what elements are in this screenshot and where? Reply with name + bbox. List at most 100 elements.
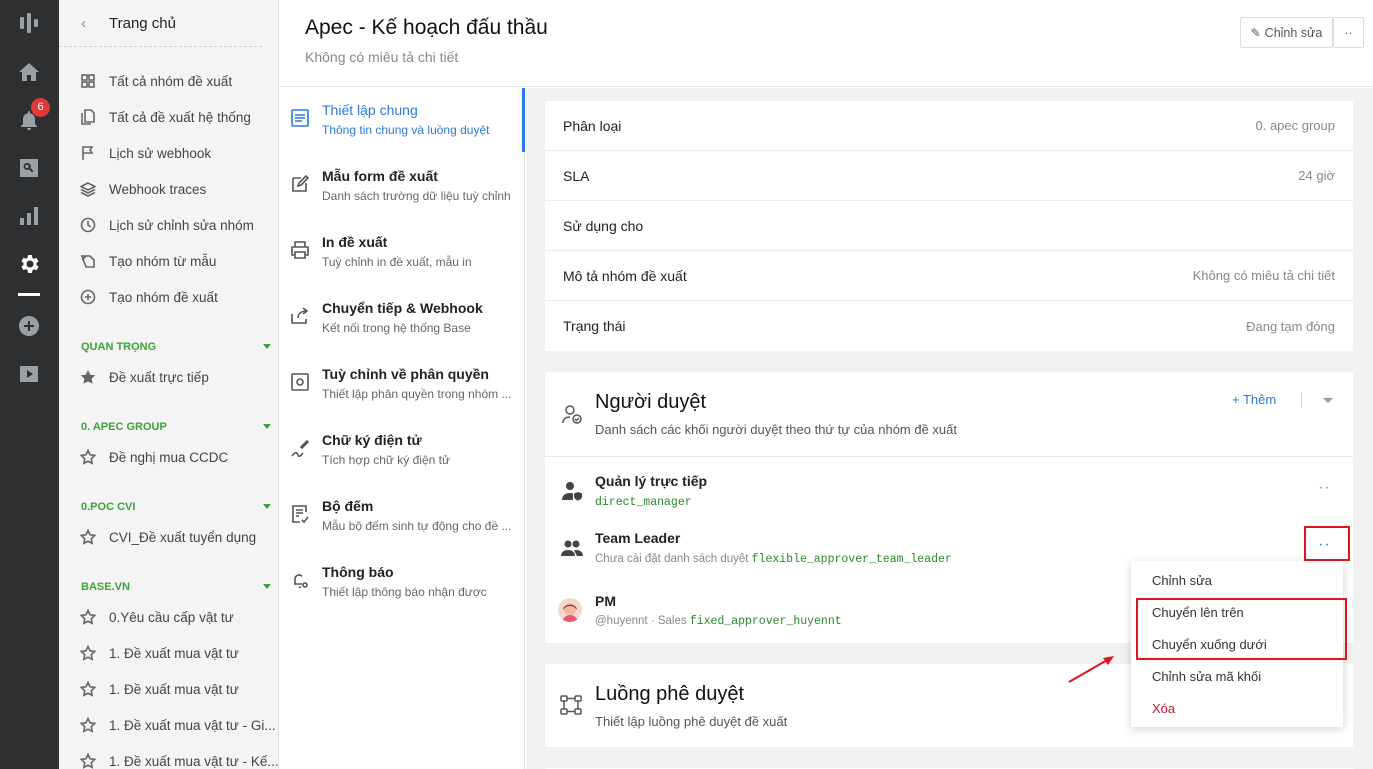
settings-item-notifications[interactable]: Thông báo Thiết lập thông báo nhận được [280, 550, 525, 616]
star-icon [79, 448, 97, 466]
play-icon[interactable] [17, 362, 41, 386]
sidebar-item-create-group[interactable]: Tạo nhóm đề xuất [79, 285, 218, 309]
template-icon [79, 252, 97, 270]
star-icon [79, 716, 97, 734]
sidebar-item-label: Tất cả đề xuất hệ thống [109, 109, 251, 125]
home-icon[interactable] [17, 60, 41, 84]
counter-icon [290, 504, 310, 524]
sidebar-item-all-groups[interactable]: Tất cả nhóm đề xuất [79, 69, 232, 93]
search-icon[interactable] [17, 156, 41, 180]
settings-box-icon [290, 372, 310, 392]
approver-block-name: Quản lý trực tiếp [595, 473, 708, 489]
star-icon [79, 680, 97, 698]
add-approver-button[interactable]: + Thêm [1232, 392, 1276, 407]
sidebar-item-label: 0.Yêu cầu cấp vật tư [109, 609, 234, 625]
section-header[interactable]: BASE.VN [81, 581, 271, 593]
gear-icon[interactable] [17, 252, 41, 276]
sidebar-item[interactable]: 1. Đề xuất mua vật tư [79, 677, 239, 701]
settings-item-counter[interactable]: Bộ đếm Mẫu bộ đếm sinh tự động cho đề ..… [280, 484, 525, 550]
approver-block-detail: Chưa cài đặt danh sách duyệt flexible_ap… [595, 553, 952, 566]
sidebar-item-webhook-history[interactable]: Lịch sử webhook [79, 141, 211, 165]
property-row[interactable]: Phân loại 0. apec group [545, 101, 1353, 151]
approvers-desc: Danh sách các khối người duyệt theo thứ … [595, 422, 958, 437]
annotation-arrow [1068, 656, 1114, 683]
user-shield-icon [560, 479, 584, 503]
divider [545, 456, 1353, 457]
caret-down-icon [263, 504, 271, 509]
star-icon [79, 644, 97, 662]
star-icon [79, 528, 97, 546]
printer-icon [290, 240, 310, 260]
sidebar-item-webhook-traces[interactable]: Webhook traces [79, 177, 206, 201]
sidebar-item[interactable]: 0.Yêu cầu cấp vật tư [79, 605, 234, 629]
settings-item-print[interactable]: In đề xuất Tuỳ chỉnh in đề xuất, mẫu in [280, 220, 525, 286]
properties-card: Phân loại 0. apec group SLA 24 giờ Sử dụng… [545, 101, 1353, 351]
approver-block-code: direct_manager [595, 496, 692, 509]
user-check-icon [560, 402, 584, 426]
caret-down-icon[interactable] [1323, 398, 1333, 403]
property-row[interactable]: SLA 24 giờ [545, 151, 1353, 201]
section-header[interactable]: QUAN TRỌNG [81, 341, 271, 353]
sidebar-item[interactable]: 1. Đề xuất mua vật tư - Gi... [79, 713, 276, 737]
highlight-box [1136, 598, 1347, 660]
logo-icon[interactable] [17, 11, 41, 35]
highlight-box [1304, 526, 1350, 561]
sidebar-item-label: Đề xuất trực tiếp [109, 369, 209, 385]
sidebar-item[interactable]: CVI_Đề xuất tuyển dụng [79, 525, 256, 549]
sidebar-item-label: Lịch sử chỉnh sửa nhóm [109, 217, 254, 233]
sidebar-item[interactable]: Đề xuất trực tiếp [79, 365, 209, 389]
pencil-icon: ✎ [1250, 25, 1261, 40]
sidebar-item-label: 1. Đề xuất mua vật tư [109, 681, 239, 697]
documents-icon [79, 108, 97, 126]
property-row[interactable]: Mô tả nhóm đề xuất Không có miêu tả chi t… [545, 251, 1353, 301]
settings-item-form[interactable]: Mẫu form đề xuất Danh sách trường dữ liệ… [280, 154, 525, 220]
sidebar-item-label: Tất cả nhóm đề xuất [109, 73, 233, 89]
sidebar-item-label: 1. Đề xuất mua vật tư [109, 645, 239, 661]
notification-badge: 6 [31, 98, 50, 117]
approvers-title: Người duyệt [595, 391, 706, 413]
sidebar-item[interactable]: 1. Đề xuất mua vật tư [79, 641, 239, 665]
star-filled-icon [79, 368, 97, 386]
settings-item-general[interactable]: Thiết lập chung Thông tin chung và luồng… [280, 88, 525, 154]
flow-icon [559, 693, 583, 717]
sidebar-header[interactable]: ‹ Trang chủ [59, 0, 262, 47]
sidebar-item-label: 1. Đề xuất mua vật tư - Gi... [109, 717, 276, 733]
approver-block-name: Team Leader [595, 530, 681, 546]
sidebar-item-label: Đề nghị mua CCDC [109, 449, 229, 465]
menu-item-delete[interactable]: Xóa [1152, 701, 1175, 716]
more-button[interactable]: ·· [1333, 17, 1364, 48]
caret-down-icon [263, 424, 271, 429]
plus-circle-icon[interactable] [17, 314, 41, 338]
sidebar-item-edit-history[interactable]: Lịch sử chỉnh sửa nhóm [79, 213, 254, 237]
edit-button[interactable]: ✎ Chỉnh sửa [1240, 17, 1333, 48]
menu-item-edit[interactable]: Chỉnh sửa [1152, 573, 1212, 588]
settings-item-webhook[interactable]: Chuyển tiếp & Webhook Kết nối trong hệ t… [280, 286, 525, 352]
chart-icon[interactable] [17, 204, 41, 228]
app-rail: 6 [0, 0, 59, 769]
sidebar-item-label: 1. Đề xuất mua vật tư - Kế... [109, 753, 279, 769]
menu-item-edit-code[interactable]: Chỉnh sửa mã khối [1152, 669, 1261, 684]
property-row[interactable]: Trạng thái Đang tạm đóng [545, 301, 1353, 351]
signature-icon [290, 438, 310, 458]
sidebar-item-from-template[interactable]: Tạo nhóm từ mẫu [79, 249, 216, 273]
settings-menu: Thiết lập chung Thông tin chung và luồng… [280, 88, 525, 769]
chevron-left-icon[interactable]: ‹ [81, 15, 109, 32]
sidebar-item-all-requests[interactable]: Tất cả đề xuất hệ thống [79, 105, 251, 129]
layers-icon [79, 180, 97, 198]
settings-item-permissions[interactable]: Tuỳ chỉnh về phân quyền Thiết lập phân q… [280, 352, 525, 418]
flow-title: Luồng phê duyệt [595, 683, 745, 705]
sidebar-item-label: Webhook traces [109, 181, 207, 197]
sidebar-item[interactable]: Đề nghị mua CCDC [79, 445, 228, 469]
sidebar-item[interactable]: 1. Đề xuất mua vật tư - Kế... [79, 749, 279, 769]
page-subtitle: Không có miêu tả chi tiết [305, 49, 459, 65]
property-row[interactable]: Sử dụng cho [545, 201, 1353, 251]
users-icon [560, 536, 584, 560]
settings-item-signature[interactable]: Chữ ký điện tử Tích hợp chữ ký điện tử [280, 418, 525, 484]
section-header[interactable]: 0. APEC GROUP [81, 421, 271, 433]
share-icon [290, 306, 310, 326]
divider [1301, 392, 1302, 408]
edit-icon [290, 174, 310, 194]
star-icon [79, 752, 97, 769]
section-header[interactable]: 0.POC CVI [81, 501, 271, 513]
more-options-button[interactable]: ·· [1318, 480, 1331, 496]
